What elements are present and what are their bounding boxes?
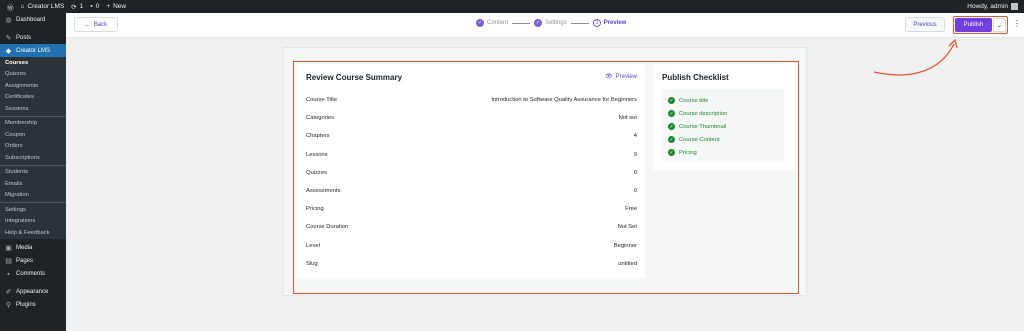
menu-label: Posts bbox=[16, 34, 32, 41]
arrow-curve bbox=[873, 43, 955, 76]
menu-posts[interactable]: ✎ Posts bbox=[0, 31, 66, 44]
submenu-orders[interactable]: Orders bbox=[0, 141, 66, 153]
comments-link[interactable]: ▪ 0 bbox=[90, 3, 99, 10]
submenu-divider bbox=[0, 164, 66, 166]
new-label: New bbox=[113, 3, 127, 10]
submenu-membership[interactable]: Membership bbox=[0, 118, 66, 130]
submenu-courses[interactable]: Courses bbox=[0, 57, 66, 69]
submenu-quizzes[interactable]: Quizzes bbox=[0, 69, 66, 81]
site-name-label: Creator LMS bbox=[27, 3, 65, 10]
account-menu[interactable]: Howdy, admin bbox=[967, 3, 1018, 10]
appearance-icon: ✐ bbox=[5, 289, 12, 296]
step-connector bbox=[570, 22, 589, 24]
menu-pages[interactable]: ▤ Pages bbox=[0, 255, 66, 268]
menu-label: Pages bbox=[16, 258, 34, 264]
admin-sidebar: ◍ Dashboard ✎ Posts ◆ Creator LMS Course… bbox=[0, 13, 66, 331]
menu-appearance[interactable]: ✐ Appearance bbox=[0, 286, 66, 299]
check-icon: ✓ bbox=[476, 19, 484, 27]
menu-plugins[interactable]: ⚲ Plugins bbox=[0, 299, 66, 312]
avatar bbox=[1011, 3, 1018, 10]
submenu-sessions[interactable]: Sessions bbox=[0, 103, 66, 115]
menu-label: Media bbox=[16, 245, 33, 251]
previous-button[interactable]: Previous bbox=[905, 17, 945, 32]
new-content-link[interactable]: + New bbox=[106, 3, 126, 10]
arrow-left-icon: ← bbox=[84, 21, 91, 28]
step-connector bbox=[512, 22, 531, 24]
publish-options-button[interactable]: ⌄ bbox=[993, 18, 1006, 32]
submenu-help-feedback[interactable]: Help & Feedback bbox=[0, 227, 66, 239]
plus-icon: + bbox=[106, 3, 111, 10]
submenu-subscriptions[interactable]: Subscriptions bbox=[0, 152, 66, 164]
submenu-integrations[interactable]: Integrations bbox=[0, 216, 66, 228]
step-label: Settings bbox=[545, 20, 567, 26]
menu-label: Creator LMS bbox=[16, 47, 51, 54]
updates-count: 1 bbox=[79, 3, 84, 10]
dashboard-icon: ◍ bbox=[5, 16, 12, 24]
creator-lms-submenu: Courses Quizzes Assignments Certificates… bbox=[0, 57, 66, 239]
updates-icon: ⟳ bbox=[71, 3, 77, 11]
plugins-icon: ⚲ bbox=[5, 302, 12, 309]
menu-media[interactable]: ▣ Media bbox=[0, 242, 66, 255]
submenu-certificates[interactable]: Certificates bbox=[0, 92, 66, 104]
step-content[interactable]: ✓ Content bbox=[476, 19, 508, 27]
pin-icon: ✎ bbox=[5, 34, 12, 42]
publish-button[interactable]: Publish bbox=[955, 18, 992, 32]
submenu-emails[interactable]: Emails bbox=[0, 178, 66, 190]
step-label: Content bbox=[487, 20, 509, 26]
comments-icon: ▪ bbox=[7, 270, 10, 278]
menu-comments[interactable]: ▪ Comments bbox=[0, 268, 66, 281]
comment-icon: ▪ bbox=[90, 3, 93, 10]
submenu-assignments[interactable]: Assignments bbox=[0, 80, 66, 92]
creator-lms-icon: ◆ bbox=[5, 47, 12, 55]
updates-link[interactable]: ⟳ 1 bbox=[71, 3, 83, 11]
step-label: Preview bbox=[603, 20, 627, 26]
comments-count: 0 bbox=[95, 3, 100, 10]
check-icon: ✓ bbox=[534, 19, 543, 27]
back-button[interactable]: ← Back bbox=[74, 17, 118, 32]
submenu-migration[interactable]: Migration bbox=[0, 190, 66, 202]
submenu-coupon[interactable]: Coupon bbox=[0, 129, 66, 141]
back-label: Back bbox=[93, 21, 108, 28]
step-preview[interactable]: 3 Preview bbox=[592, 19, 627, 27]
menu-label: Appearance bbox=[16, 289, 49, 295]
submenu-students[interactable]: Students bbox=[0, 167, 66, 179]
progress-stepper: ✓ Content ✓ Settings 3 Preview bbox=[476, 19, 626, 27]
greeting-label: Howdy, admin bbox=[967, 3, 1008, 10]
wordpress-logo-button[interactable]: Ⓦ bbox=[7, 2, 14, 12]
menu-label: Dashboard bbox=[16, 16, 46, 23]
more-options-icon[interactable]: ⋮ bbox=[1013, 20, 1021, 28]
menu-label: Comments bbox=[16, 271, 46, 277]
media-icon: ▣ bbox=[5, 245, 12, 252]
submenu-settings[interactable]: Settings bbox=[0, 204, 66, 216]
chevron-down-icon: ⌄ bbox=[996, 22, 1003, 29]
submenu-divider bbox=[0, 115, 66, 117]
step-number: 3 bbox=[592, 19, 601, 27]
admin-bar: Ⓦ ⌂ Creator LMS ⟳ 1 ▪ 0 + New Howdy, adm… bbox=[0, 0, 1024, 13]
annotation-arrow bbox=[873, 38, 958, 76]
menu-dashboard[interactable]: ◍ Dashboard bbox=[0, 13, 66, 26]
home-icon: ⌂ bbox=[20, 3, 25, 10]
pages-icon: ▤ bbox=[5, 258, 12, 265]
site-name-link[interactable]: ⌂ Creator LMS bbox=[21, 3, 65, 10]
menu-label: Plugins bbox=[16, 302, 36, 308]
wordpress-icon: Ⓦ bbox=[7, 4, 14, 12]
menu-creator-lms[interactable]: ◆ Creator LMS bbox=[0, 44, 66, 57]
step-settings[interactable]: ✓ Settings bbox=[534, 19, 567, 27]
highlight-box bbox=[293, 61, 799, 294]
submenu-divider bbox=[0, 202, 66, 203]
